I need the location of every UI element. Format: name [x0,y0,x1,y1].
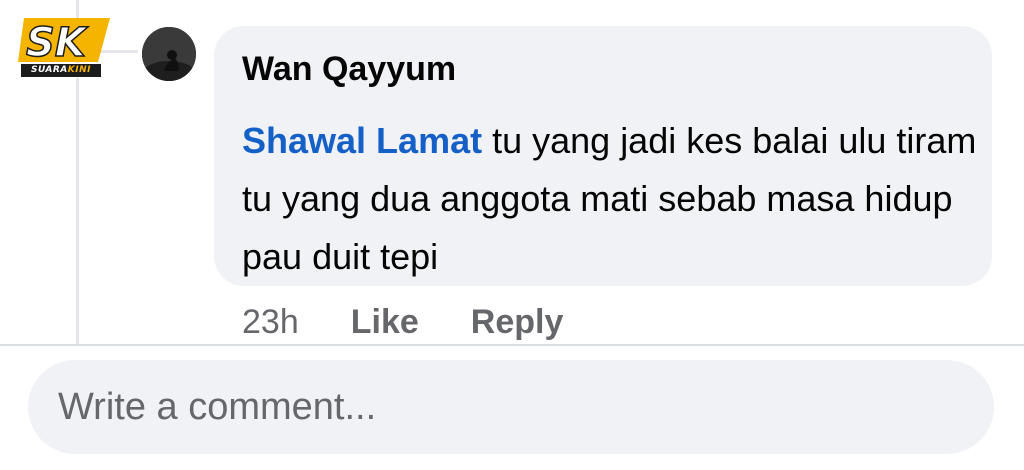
avatar[interactable] [142,27,196,81]
mention-link[interactable]: Shawal Lamat [242,120,482,161]
logo-wordmark-left: SUARA [31,65,68,75]
comment-composer [28,360,994,454]
composer-divider [0,344,1024,346]
comment-input[interactable] [28,360,994,454]
logo-wordmark: SUARAKINI [20,63,102,78]
logo-mark-icon: SK [18,18,110,64]
like-button[interactable]: Like [351,303,419,342]
logo-wordmark-right: KINI [67,65,91,75]
comment-timestamp[interactable]: 23h [242,303,299,342]
logo-initials: SK [26,20,89,64]
comment-actions: 23h Like Reply [242,303,563,343]
avatar-photo-icon [142,27,196,81]
suarakini-logo: SK SUARAKINI [18,16,114,78]
comment-bubble: Wan Qayyum Shawal Lamat tu yang jadi kes… [214,26,992,286]
comment-author[interactable]: Wan Qayyum [242,50,456,89]
comment-text: Shawal Lamat tu yang jadi kes balai ulu … [242,112,982,286]
reply-button[interactable]: Reply [471,303,564,342]
